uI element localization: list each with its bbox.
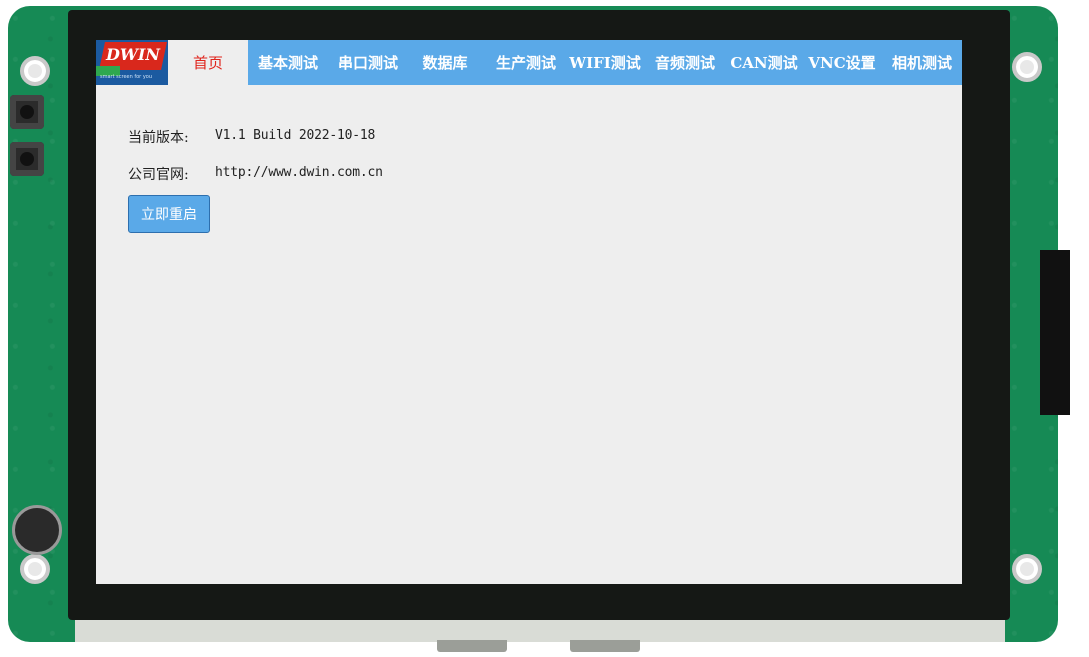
tab-vnc-settings[interactable]: VNC设置 [803,40,881,85]
mounting-hole-bottom-left [20,554,50,584]
hardware-button-2[interactable] [10,142,44,176]
logo-slogan: smart screen for you [100,74,153,80]
top-navbar: DWIN smart screen for you 首页 基本测试 串口测试 数… [96,40,962,85]
dwin-logo: DWIN smart screen for you [96,40,168,85]
website-value: http://www.dwin.com.cn [215,165,383,180]
logo-text: DWIN [106,45,160,64]
website-label: 公司官网: [128,167,189,183]
tab-wifi-test[interactable]: WIFI测试 [566,40,644,85]
tab-serial-test[interactable]: 串口测试 [328,40,408,85]
tab-database[interactable]: 数据库 [408,40,482,85]
version-value: V1.1 Build 2022-10-18 [215,128,376,143]
tab-basic-test[interactable]: 基本测试 [248,40,328,85]
app-screen: DWIN smart screen for you 首页 基本测试 串口测试 数… [96,40,962,584]
tab-production-test[interactable]: 生产测试 [486,40,566,85]
bottom-connector-2 [570,640,640,652]
buzzer [12,505,62,555]
ribbon-connector [1040,250,1070,415]
hardware-button-1[interactable] [10,95,44,129]
mounting-hole-bottom-right [1012,554,1042,584]
tab-home[interactable]: 首页 [168,40,248,85]
version-label: 当前版本: [128,130,189,146]
tab-audio-test[interactable]: 音频测试 [645,40,725,85]
bottom-frame-strip [75,620,1005,642]
mounting-hole-top-right [1012,52,1042,82]
bottom-connector-1 [437,640,507,652]
tab-can-test[interactable]: CAN测试 [725,40,803,85]
mounting-hole-top-left [20,56,50,86]
restart-now-button[interactable]: 立即重启 [128,195,210,233]
tab-camera-test[interactable]: 相机测试 [882,40,962,85]
